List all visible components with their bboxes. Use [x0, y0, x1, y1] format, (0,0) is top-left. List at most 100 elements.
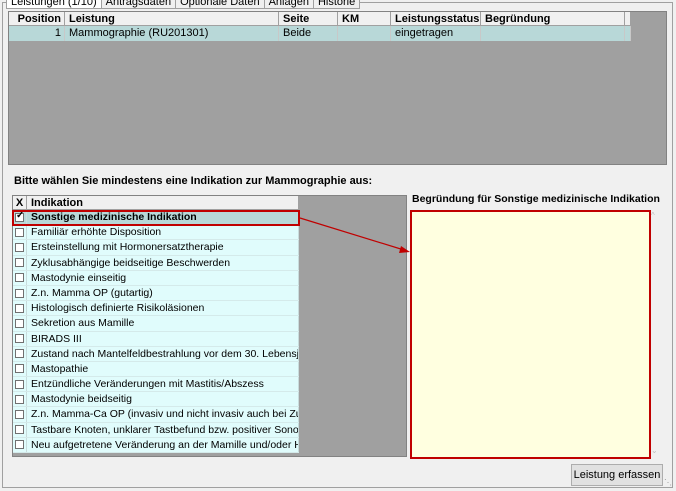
- tab-bar: Leistungen (1/10) Antragsdaten Optionale…: [6, 0, 361, 9]
- checkbox-icon[interactable]: [15, 303, 24, 313]
- checkbox-icon[interactable]: [15, 227, 24, 237]
- checkbox-icon[interactable]: [15, 334, 24, 344]
- cell-leistungsstatus: eingetragen: [391, 26, 481, 41]
- list-item[interactable]: Z.n. Mamma OP (gutartig): [13, 285, 299, 302]
- tab-optionale-daten[interactable]: Optionale Daten: [175, 0, 265, 9]
- col-header-leistung[interactable]: Leistung: [65, 12, 279, 26]
- list-item[interactable]: Mastopathie: [13, 361, 299, 378]
- list-item[interactable]: Entzündliche Veränderungen mit Mastitis/…: [13, 377, 299, 393]
- list-item[interactable]: Tastbare Knoten, unklarer Tastbefund bzw…: [13, 422, 299, 438]
- indication-checkbox-cell: [13, 316, 27, 331]
- indication-list-header: X Indikation: [13, 196, 299, 210]
- indication-checkbox-cell: [13, 392, 27, 407]
- indication-label: Neu aufgetretene Veränderung an der Mami…: [27, 437, 299, 452]
- tab-antragsdaten[interactable]: Antragsdaten: [100, 0, 177, 9]
- checkbox-icon[interactable]: [15, 440, 24, 450]
- indication-label: Ersteinstellung mit Hormonersatztherapie: [27, 240, 299, 255]
- indication-checkbox-cell: [13, 407, 27, 422]
- indication-checkbox-cell: [13, 377, 27, 392]
- checkbox-icon[interactable]: [15, 242, 24, 252]
- begruendung-field[interactable]: [410, 210, 651, 459]
- list-item[interactable]: BIRADS III: [13, 331, 299, 347]
- indication-label: Sonstige medizinische Indikation: [27, 210, 299, 225]
- begruendung-title: Begründung für Sonstige medizinische Ind…: [412, 193, 660, 205]
- col-header-seite[interactable]: Seite: [279, 12, 338, 26]
- cell-filler: [625, 26, 631, 41]
- col-header-km[interactable]: KM: [338, 12, 391, 26]
- checkbox-icon[interactable]: [15, 288, 24, 298]
- list-item[interactable]: Zyklusabhängige beidseitige Beschwerden: [13, 255, 299, 271]
- indication-label: Zyklusabhängige beidseitige Beschwerden: [27, 255, 299, 270]
- scroll-up-icon[interactable]: ^: [651, 211, 655, 220]
- indication-label: Tastbare Knoten, unklarer Tastbefund bzw…: [27, 422, 299, 437]
- scroll-down-icon[interactable]: ⌄: [651, 446, 658, 455]
- checkbox-icon[interactable]: [15, 273, 24, 283]
- indication-checkbox-cell: [13, 422, 27, 437]
- list-item[interactable]: Familiär erhöhte Disposition: [13, 225, 299, 241]
- indication-checkbox-cell: [13, 210, 27, 225]
- cell-position: 1: [9, 26, 65, 41]
- grid-header: Position Leistung Seite KM Leistungsstat…: [9, 12, 631, 26]
- indication-label: BIRADS III: [27, 331, 299, 346]
- checkbox-icon[interactable]: [15, 364, 24, 374]
- col-header-begruendung[interactable]: Begründung: [481, 12, 625, 26]
- cell-begruendung: [481, 26, 625, 41]
- indication-label: Mastodynie beidseitig: [27, 392, 299, 407]
- cell-leistung: Mammographie (RU201301): [65, 26, 279, 41]
- indication-label: Mastopathie: [27, 361, 299, 377]
- indication-label: Z.n. Mamma OP (gutartig): [27, 285, 299, 301]
- begruendung-textarea[interactable]: [412, 212, 649, 457]
- indication-label: Sekretion aus Mamille: [27, 316, 299, 331]
- indication-label: Mastodynie einseitig: [27, 270, 299, 285]
- indication-label: Entzündliche Veränderungen mit Mastitis/…: [27, 377, 299, 392]
- indication-label: Z.n. Mamma-Ca OP (invasiv und nicht inva…: [27, 407, 299, 422]
- list-item[interactable]: Mastodynie beidseitig: [13, 392, 299, 408]
- list-item[interactable]: Sonstige medizinische Indikation: [13, 210, 299, 226]
- leistungen-grid[interactable]: Position Leistung Seite KM Leistungsstat…: [8, 11, 667, 165]
- list-item[interactable]: Zustand nach Mantelfeldbestrahlung vor d…: [13, 346, 299, 362]
- indication-checkbox-cell: [13, 361, 27, 377]
- indication-checkbox-cell: [13, 346, 27, 361]
- indication-checkbox-cell: [13, 225, 27, 240]
- indication-label: Histologisch definierte Risikoläsionen: [27, 301, 299, 316]
- resize-grip-icon[interactable]: ⋱: [664, 478, 672, 487]
- tab-leistungen[interactable]: Leistungen (1/10): [6, 0, 102, 9]
- col-header-x[interactable]: X: [13, 196, 27, 210]
- tab-historie[interactable]: Historie: [312, 0, 361, 9]
- leistung-erfassen-button[interactable]: Leistung erfassen: [571, 464, 663, 486]
- checkbox-icon[interactable]: [15, 410, 24, 420]
- checkbox-icon[interactable]: [15, 349, 24, 359]
- col-header-position[interactable]: Position: [9, 12, 65, 26]
- indication-checkbox-cell: [13, 240, 27, 255]
- list-item[interactable]: Mastodynie einseitig: [13, 270, 299, 286]
- col-header-leistungsstatus[interactable]: Leistungsstatus: [391, 12, 481, 26]
- list-item[interactable]: Neu aufgetretene Veränderung an der Mami…: [13, 437, 299, 453]
- indication-checkbox-cell: [13, 437, 27, 452]
- indication-list[interactable]: X Indikation Sonstige medizinische Indik…: [12, 195, 407, 457]
- indication-label: Zustand nach Mantelfeldbestrahlung vor d…: [27, 346, 299, 361]
- list-item[interactable]: Z.n. Mamma-Ca OP (invasiv und nicht inva…: [13, 407, 299, 423]
- checkbox-icon[interactable]: [15, 318, 24, 328]
- checkbox-icon[interactable]: [15, 258, 24, 268]
- tab-anlagen[interactable]: Anlagen: [263, 0, 314, 9]
- checkbox-icon[interactable]: [15, 394, 24, 404]
- indication-label: Familiär erhöhte Disposition: [27, 225, 299, 240]
- col-header-indikation[interactable]: Indikation: [27, 196, 299, 210]
- indication-rows: Sonstige medizinische IndikationFamiliär…: [13, 210, 299, 453]
- cell-seite: Beide: [279, 26, 338, 41]
- list-item[interactable]: Sekretion aus Mamille: [13, 316, 299, 332]
- indication-prompt: Bitte wählen Sie mindestens eine Indikat…: [14, 175, 373, 187]
- indication-checkbox-cell: [13, 331, 27, 346]
- list-item[interactable]: Ersteinstellung mit Hormonersatztherapie: [13, 240, 299, 256]
- indication-checkbox-cell: [13, 285, 27, 301]
- cell-km: [338, 26, 391, 41]
- checkbox-checked-icon[interactable]: [15, 210, 24, 222]
- indication-checkbox-cell: [13, 255, 27, 270]
- checkbox-icon[interactable]: [15, 379, 24, 389]
- col-header-filler: [625, 12, 631, 26]
- table-row[interactable]: 1 Mammographie (RU201301) Beide eingetra…: [9, 26, 631, 41]
- indication-checkbox-cell: [13, 270, 27, 285]
- indication-checkbox-cell: [13, 301, 27, 316]
- checkbox-icon[interactable]: [15, 425, 24, 435]
- list-item[interactable]: Histologisch definierte Risikoläsionen: [13, 301, 299, 317]
